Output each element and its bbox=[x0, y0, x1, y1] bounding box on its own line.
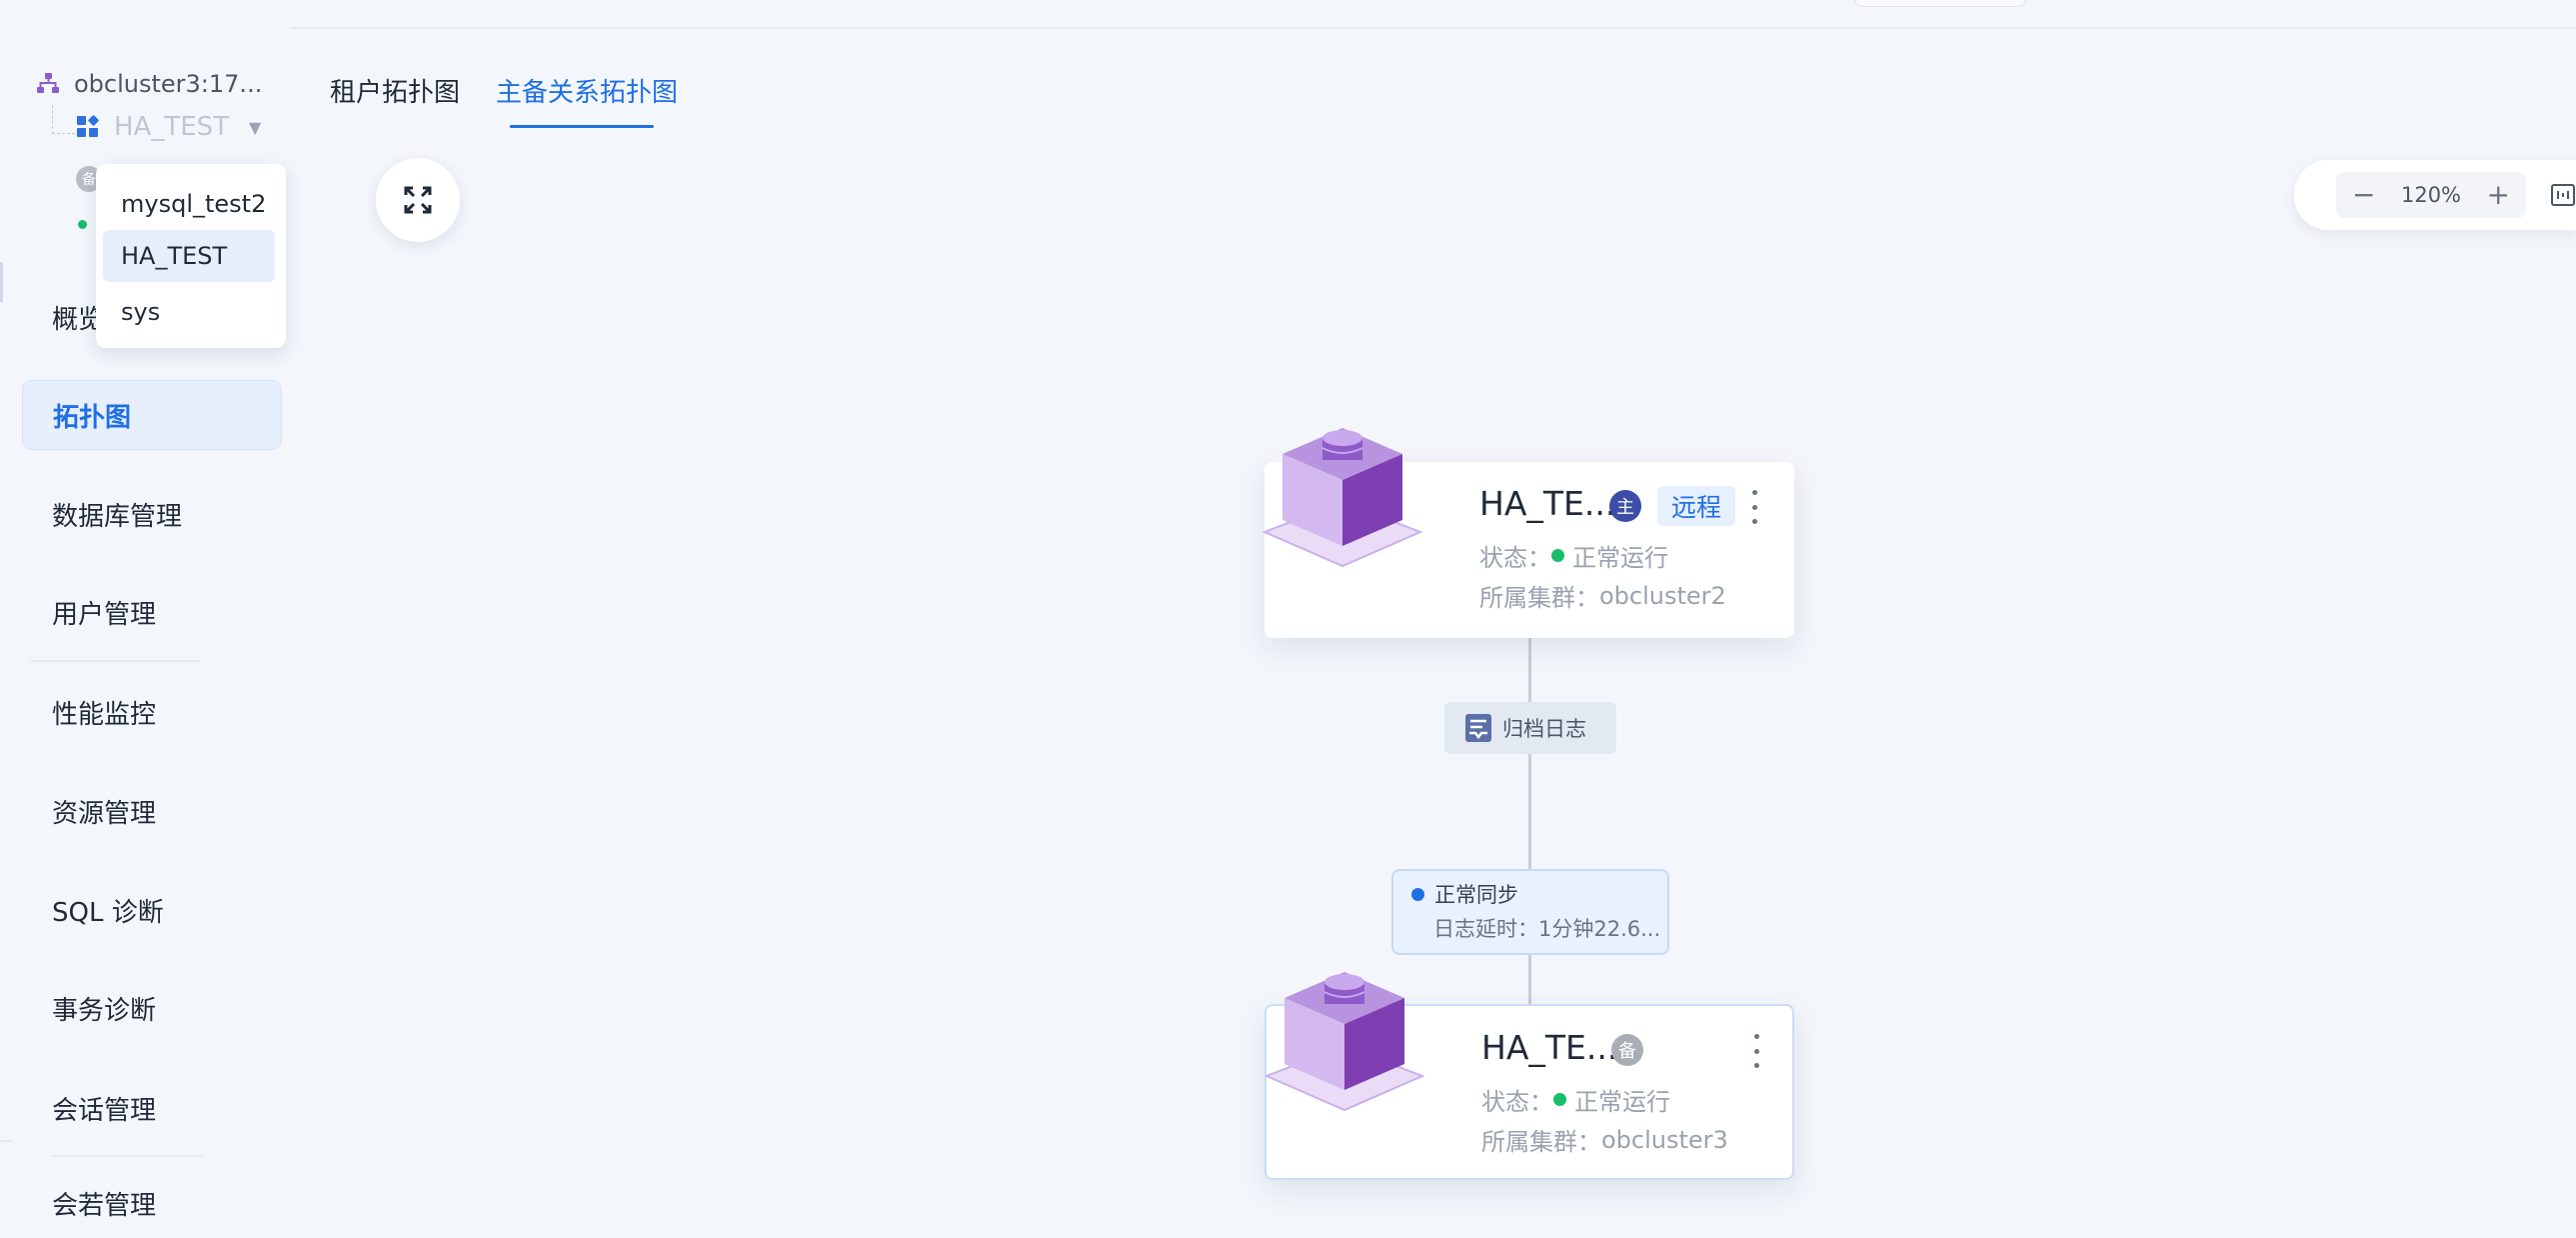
status-label: 状态： bbox=[1481, 1088, 1553, 1116]
primary-status: 状态： 正常运行 bbox=[1479, 538, 1668, 573]
status-dot bbox=[1551, 549, 1564, 562]
top-bar bbox=[0, 0, 2576, 29]
sidebar-divider bbox=[52, 1155, 202, 1157]
tenant-node-icon bbox=[1263, 428, 1422, 568]
cluster-tree-icon bbox=[37, 73, 59, 93]
standby-node-name: HA_TE... bbox=[1481, 1028, 1618, 1067]
dropdown-option-mysql-test2[interactable]: mysql_test2 bbox=[103, 178, 275, 230]
tenant-dropdown: mysql_test2 HA_TEST sys bbox=[96, 164, 286, 348]
dropdown-option-ha-test[interactable]: HA_TEST bbox=[103, 230, 275, 282]
menu-item-topology[interactable]: 拓扑图 bbox=[22, 380, 282, 450]
sync-delay-text: 日志延时：1分钟22.6... bbox=[1433, 917, 1661, 941]
menu-item-resource[interactable]: 资源管理 bbox=[22, 776, 282, 846]
tenant-icon bbox=[77, 115, 99, 137]
status-label: 状态： bbox=[1479, 544, 1551, 572]
more-options-icon[interactable] bbox=[1750, 490, 1758, 524]
sync-status-text: 正常同步 bbox=[1434, 883, 1518, 907]
sidebar-divider bbox=[30, 660, 200, 662]
zoom-in-button[interactable]: + bbox=[2487, 181, 2510, 209]
primary-node-card[interactable]: HA_TE... 主 远程 状态： 正常运行 所属集群： obcluster2 bbox=[1263, 428, 1794, 638]
tenant-selector[interactable]: HA_TEST ▼ bbox=[76, 112, 261, 142]
sidebar-divider bbox=[0, 1140, 12, 1142]
remote-tag: 远程 bbox=[1657, 486, 1736, 526]
menu-item-session[interactable]: 会话管理 bbox=[22, 1073, 282, 1143]
cluster-value: obcluster3 bbox=[1601, 1125, 1728, 1154]
menu-item-user[interactable]: 用户管理 bbox=[22, 577, 282, 647]
chevron-down-icon[interactable]: ▼ bbox=[249, 118, 261, 137]
cluster-selector[interactable]: obcluster3:17... bbox=[36, 70, 262, 98]
zoom-toolbar: − 120% + bbox=[2294, 160, 2576, 230]
primary-cluster: 所属集群： obcluster2 bbox=[1479, 578, 1726, 613]
tenant-name: HA_TEST bbox=[114, 112, 230, 142]
status-dot bbox=[78, 220, 87, 229]
tenant-node-icon bbox=[1265, 972, 1424, 1112]
cluster-name: obcluster3:17... bbox=[74, 70, 263, 98]
cluster-label: 所属集群： bbox=[1481, 1128, 1601, 1156]
status-value: 正常运行 bbox=[1572, 544, 1668, 572]
standby-node-card[interactable]: HA_TE... 备 状态： 正常运行 所属集群： obcluster3 bbox=[1265, 972, 1794, 1180]
left-edge-accent bbox=[0, 262, 3, 302]
sync-status-box[interactable]: 正常同步 日志延时：1分钟22.6... bbox=[1391, 869, 1669, 955]
dropdown-option-sys[interactable]: sys bbox=[103, 286, 275, 338]
active-tab-indicator bbox=[510, 125, 654, 128]
menu-item-performance[interactable]: 性能监控 bbox=[22, 677, 282, 747]
status-value: 正常运行 bbox=[1574, 1088, 1670, 1116]
standby-cluster: 所属集群： obcluster3 bbox=[1481, 1122, 1728, 1157]
menu-item-transaction[interactable]: 事务诊断 bbox=[22, 973, 282, 1043]
status-dot bbox=[1553, 1093, 1566, 1106]
primary-node-name: HA_TE... bbox=[1479, 484, 1616, 523]
zoom-control: − 120% + bbox=[2336, 172, 2526, 218]
menu-item-database[interactable]: 数据库管理 bbox=[22, 479, 282, 549]
more-options-icon[interactable] bbox=[1752, 1034, 1760, 1068]
cluster-label: 所属集群： bbox=[1479, 584, 1599, 612]
zoom-level: 120% bbox=[2400, 183, 2462, 207]
sync-status-dot bbox=[1411, 887, 1424, 901]
cluster-value: obcluster2 bbox=[1599, 581, 1726, 610]
archive-log-tag[interactable]: 归档日志 bbox=[1444, 702, 1616, 754]
tab-primary-standby-topology[interactable]: 主备关系拓扑图 bbox=[496, 72, 678, 109]
sync-status: 正常同步 bbox=[1411, 879, 1518, 909]
tab-tenant-topology[interactable]: 租户拓扑图 bbox=[330, 72, 460, 109]
standby-role-badge: 备 bbox=[1611, 1034, 1643, 1066]
fit-view-icon[interactable] bbox=[2551, 184, 2575, 206]
standby-status: 状态： 正常运行 bbox=[1481, 1082, 1670, 1117]
fullscreen-icon bbox=[404, 186, 432, 214]
primary-role-badge: 主 bbox=[1609, 490, 1641, 522]
menu-item-partial[interactable]: 会若管理 bbox=[22, 1168, 282, 1238]
top-bar-control[interactable] bbox=[1854, 0, 2026, 7]
archive-log-label: 归档日志 bbox=[1502, 717, 1586, 741]
menu-item-sql-diagnosis[interactable]: SQL 诊断 bbox=[22, 875, 282, 945]
fullscreen-button[interactable] bbox=[376, 158, 460, 242]
archive-log-icon bbox=[1465, 714, 1491, 742]
zoom-out-button[interactable]: − bbox=[2352, 181, 2375, 209]
tree-connector bbox=[52, 105, 75, 134]
